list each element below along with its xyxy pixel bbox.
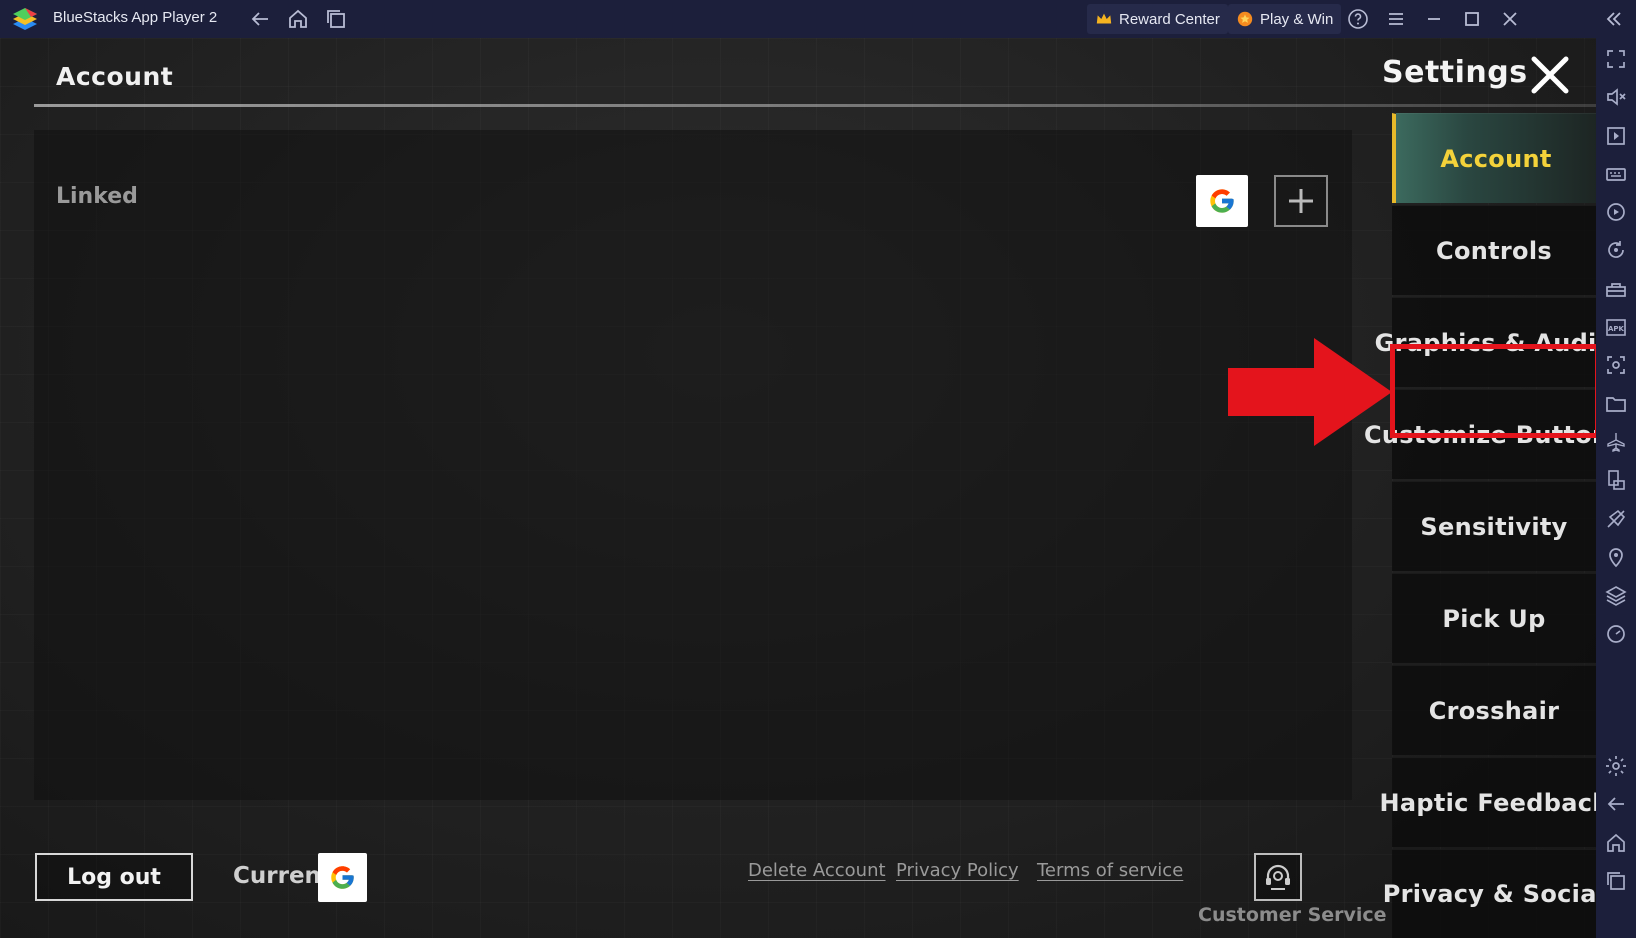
minimize-icon[interactable] [1422,7,1446,31]
tab-label: Haptic Feedback [1379,788,1596,817]
back-arrow-icon[interactable] [248,7,272,31]
google-icon [331,866,354,889]
performance-icon[interactable] [1604,621,1628,645]
tab-label: Pick Up [1442,604,1546,633]
section-title: Account [56,62,174,91]
help-icon[interactable] [1346,7,1370,31]
bluestacks-logo-icon [10,4,40,34]
headset-icon [1266,864,1290,890]
title-divider [34,104,1596,107]
current-google-account [318,853,367,902]
tab-label: Crosshair [1428,696,1560,725]
google-icon [1210,189,1234,213]
crown-icon [1096,13,1112,24]
apk-icon[interactable]: APK [1604,315,1628,339]
add-linked-account-button[interactable] [1274,175,1328,227]
rotate-icon[interactable] [1604,238,1628,262]
keyboard-icon[interactable] [1604,162,1628,186]
tab-label: Controls [1436,236,1552,265]
settings-title: Settings [1382,55,1528,90]
screenshot-icon[interactable] [1604,353,1628,377]
logout-label: Log out [67,864,161,890]
home-icon[interactable] [286,7,310,31]
collapse-sidebar-icon[interactable] [1602,7,1626,31]
folder-icon[interactable] [1604,392,1628,416]
close-settings-button[interactable] [1526,51,1574,99]
tab-crosshair[interactable]: Crosshair [1392,665,1596,755]
tab-label: Sensitivity [1420,512,1568,541]
bluestacks-sidebar: APK [1596,38,1636,938]
highlight-box [1390,344,1596,438]
coin-icon [1237,11,1253,27]
red-arrow-icon [1228,338,1392,446]
tab-label: Account [1440,144,1552,173]
multi-instance-icon[interactable] [324,7,348,31]
maximize-icon[interactable] [1460,7,1484,31]
eco-mode-icon[interactable] [1604,507,1628,531]
game-screen: Account Settings Linked Account Controls… [0,38,1596,938]
toolbox-icon[interactable] [1604,277,1628,301]
location-icon[interactable] [1604,545,1628,569]
settings-icon[interactable] [1604,754,1628,778]
macro-icon[interactable] [1604,200,1628,224]
tab-pick-up[interactable]: Pick Up [1392,573,1596,663]
logout-button[interactable]: Log out [35,853,193,901]
linked-label: Linked [56,184,138,209]
fullscreen-icon[interactable] [1604,47,1628,71]
plus-icon [1289,189,1313,213]
multi-instance-icon[interactable] [1604,468,1628,492]
volume-icon[interactable] [1604,85,1628,109]
svg-text:APK: APK [1608,325,1625,333]
reward-center-label: Reward Center [1119,10,1220,28]
tab-sensitivity[interactable]: Sensitivity [1392,481,1596,571]
tab-haptic-feedback[interactable]: Haptic Feedback [1380,757,1596,847]
title-bar: BlueStacks App Player 2 Reward Center Pl… [0,0,1636,38]
tab-account[interactable]: Account [1392,113,1596,203]
app-title: BlueStacks App Player 2 [53,9,218,26]
reward-center-button[interactable]: Reward Center [1087,4,1228,34]
home-icon[interactable] [1604,831,1628,855]
tab-privacy-social[interactable]: Privacy & Social [1383,849,1596,938]
linked-google-account-button[interactable] [1196,175,1248,227]
play-win-label: Play & Win [1260,10,1334,28]
tab-controls[interactable]: Controls [1392,205,1596,295]
play-win-button[interactable]: Play & Win [1228,4,1342,34]
privacy-policy-link[interactable]: Privacy Policy [896,860,1019,881]
layers-icon[interactable] [1604,583,1628,607]
customer-service-label: Customer Service [1198,904,1387,926]
close-icon[interactable] [1498,7,1522,31]
customer-service-button[interactable] [1254,853,1302,901]
airplane-icon[interactable] [1604,430,1628,454]
terms-of-service-link[interactable]: Terms of service [1037,860,1183,881]
media-player-icon[interactable] [1604,124,1628,148]
menu-icon[interactable] [1384,7,1408,31]
recent-apps-icon[interactable] [1604,869,1628,893]
account-content-panel: Linked [34,130,1352,800]
tab-label: Privacy & Social [1382,880,1596,908]
delete-account-link[interactable]: Delete Account [748,860,886,881]
back-icon[interactable] [1604,792,1628,816]
close-icon [1531,56,1569,94]
